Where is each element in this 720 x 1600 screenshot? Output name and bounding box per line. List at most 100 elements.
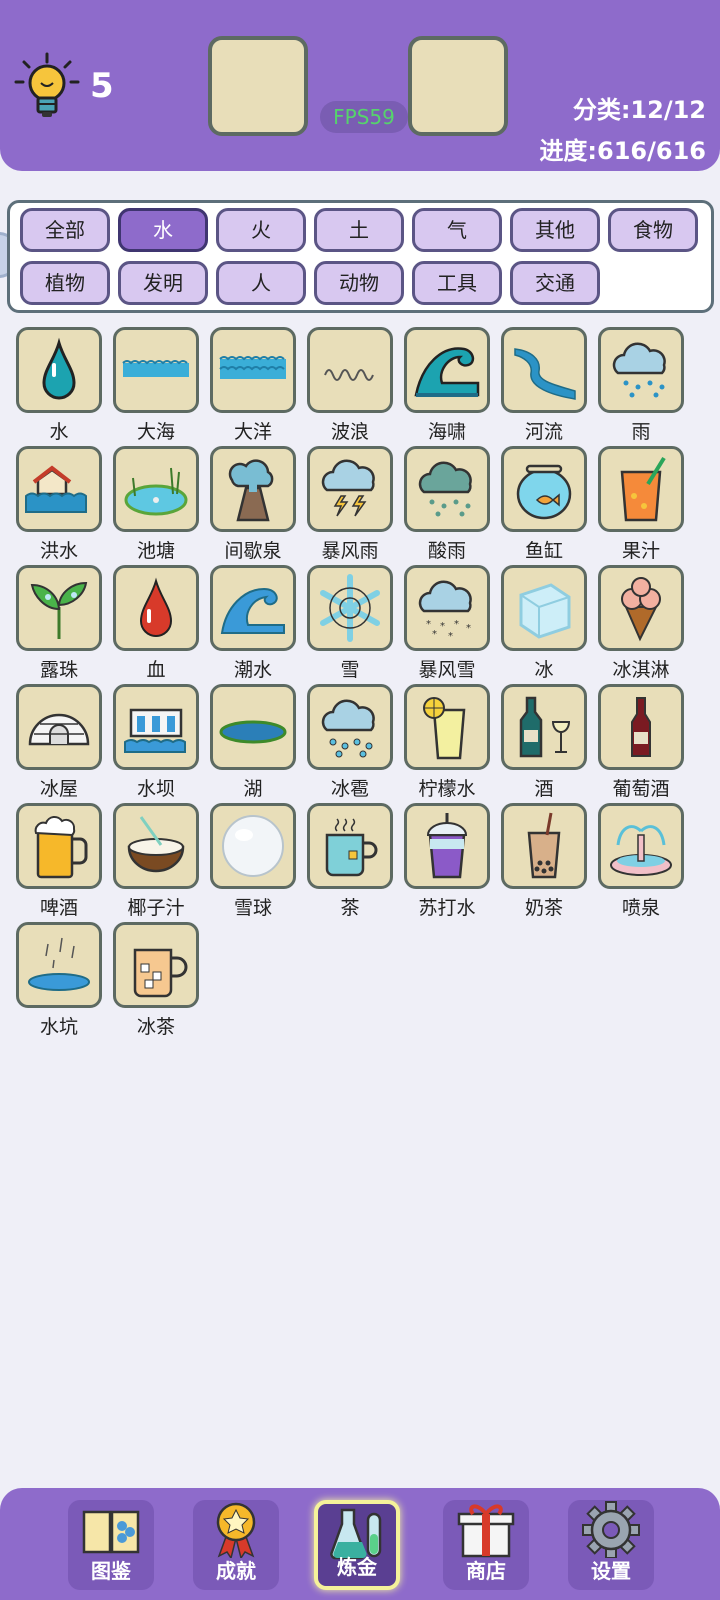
element-tile[interactable] [404, 803, 490, 889]
element-tile[interactable]: * * * * * * [404, 565, 490, 651]
element-item[interactable]: 暴风雨 [307, 446, 393, 564]
element-tile[interactable] [16, 684, 102, 770]
element-item[interactable]: 冰屋 [16, 684, 102, 802]
element-tile[interactable] [598, 565, 684, 651]
element-tile[interactable] [501, 803, 587, 889]
element-item[interactable]: 喷泉 [598, 803, 684, 921]
element-item[interactable]: 水 [16, 327, 102, 445]
element-tile[interactable] [113, 922, 199, 1008]
category-tab-fire[interactable]: 火 [216, 208, 306, 252]
element-item[interactable]: 雪球 [210, 803, 296, 921]
category-tab-earth[interactable]: 土 [314, 208, 404, 252]
element-item[interactable]: 潮水 [210, 565, 296, 683]
element-tile[interactable] [501, 327, 587, 413]
element-tile[interactable] [113, 684, 199, 770]
combine-slot-left[interactable] [208, 36, 308, 136]
category-tab-plant[interactable]: 植物 [20, 261, 110, 305]
lightbulb-icon[interactable] [14, 52, 80, 122]
element-item[interactable]: 波浪 [307, 327, 393, 445]
element-tile[interactable] [113, 803, 199, 889]
element-tile[interactable] [210, 684, 296, 770]
element-tile[interactable] [16, 446, 102, 532]
element-item[interactable]: 果汁 [598, 446, 684, 564]
element-tile[interactable] [210, 803, 296, 889]
element-item[interactable]: 苏打水 [404, 803, 490, 921]
category-tab-food[interactable]: 食物 [608, 208, 698, 252]
element-item[interactable]: 冰淇淋 [598, 565, 684, 683]
nav-alchemy-button[interactable]: 炼金 [314, 1500, 400, 1590]
element-item[interactable]: 酸雨 [404, 446, 490, 564]
element-tile[interactable] [404, 446, 490, 532]
element-item[interactable]: 冰 [501, 565, 587, 683]
element-tile[interactable] [307, 684, 393, 770]
element-tile[interactable] [113, 327, 199, 413]
element-tile[interactable] [16, 922, 102, 1008]
element-tile[interactable] [16, 565, 102, 651]
category-tab-all[interactable]: 全部 [20, 208, 110, 252]
element-tile[interactable] [16, 327, 102, 413]
category-tab-invention[interactable]: 发明 [118, 261, 208, 305]
nav-collection-button[interactable]: 图鉴 [68, 1500, 154, 1590]
element-tile[interactable] [113, 446, 199, 532]
gift-icon [457, 1504, 515, 1558]
element-item[interactable]: 雪 [307, 565, 393, 683]
nav-settings-button[interactable]: 设置 [568, 1500, 654, 1590]
element-tile[interactable] [404, 684, 490, 770]
element-item[interactable]: 洪水 [16, 446, 102, 564]
element-item[interactable]: 椰子汁 [113, 803, 199, 921]
element-tile[interactable] [501, 684, 587, 770]
element-tile[interactable] [307, 446, 393, 532]
element-item[interactable]: 冰茶 [113, 922, 199, 1040]
svg-text:*: * [454, 619, 459, 630]
element-tile[interactable] [210, 327, 296, 413]
tea-cup-icon [325, 818, 378, 877]
element-tile[interactable] [307, 327, 393, 413]
element-item[interactable]: 水坑 [16, 922, 102, 1040]
element-item[interactable]: 奶茶 [501, 803, 587, 921]
category-tab-animal[interactable]: 动物 [314, 261, 404, 305]
element-item[interactable]: 海啸 [404, 327, 490, 445]
element-item[interactable]: 柠檬水 [404, 684, 490, 802]
element-tile[interactable] [598, 446, 684, 532]
element-item[interactable]: 雨 [598, 327, 684, 445]
element-item[interactable]: 水坝 [113, 684, 199, 802]
element-tile[interactable] [210, 565, 296, 651]
element-item[interactable]: 间歇泉 [210, 446, 296, 564]
element-item[interactable]: 葡萄酒 [598, 684, 684, 802]
category-tab-water[interactable]: 水 [118, 208, 208, 252]
element-tile[interactable] [404, 327, 490, 413]
category-tab-other[interactable]: 其他 [510, 208, 600, 252]
element-tile[interactable] [307, 565, 393, 651]
category-tab-person[interactable]: 人 [216, 261, 306, 305]
category-tab-tool[interactable]: 工具 [412, 261, 502, 305]
category-tab-air[interactable]: 气 [412, 208, 502, 252]
nav-shop-button[interactable]: 商店 [443, 1500, 529, 1590]
nav-achievement-button[interactable]: 成就 [193, 1500, 279, 1590]
element-item[interactable]: 露珠 [16, 565, 102, 683]
element-tile[interactable] [113, 565, 199, 651]
element-tile[interactable] [16, 803, 102, 889]
element-item[interactable]: 血 [113, 565, 199, 683]
element-tile[interactable] [598, 803, 684, 889]
tsunami-icon [414, 347, 480, 397]
element-item[interactable]: 大海 [113, 327, 199, 445]
element-item[interactable]: 啤酒 [16, 803, 102, 921]
element-item[interactable]: 酒 [501, 684, 587, 802]
element-item[interactable]: 大洋 [210, 327, 296, 445]
element-tile[interactable] [501, 446, 587, 532]
element-tile[interactable] [598, 327, 684, 413]
element-tile[interactable] [307, 803, 393, 889]
element-tile[interactable] [598, 684, 684, 770]
element-item[interactable]: * * * * * * 暴风雪 [404, 565, 490, 683]
snowflake-icon [320, 574, 380, 642]
element-item[interactable]: 河流 [501, 327, 587, 445]
element-item[interactable]: 冰雹 [307, 684, 393, 802]
element-item[interactable]: 池塘 [113, 446, 199, 564]
element-item[interactable]: 茶 [307, 803, 393, 921]
element-item[interactable]: 湖 [210, 684, 296, 802]
category-tab-transport[interactable]: 交通 [510, 261, 600, 305]
element-item[interactable]: 鱼缸 [501, 446, 587, 564]
combine-slot-right[interactable] [408, 36, 508, 136]
element-tile[interactable] [210, 446, 296, 532]
element-tile[interactable] [501, 565, 587, 651]
